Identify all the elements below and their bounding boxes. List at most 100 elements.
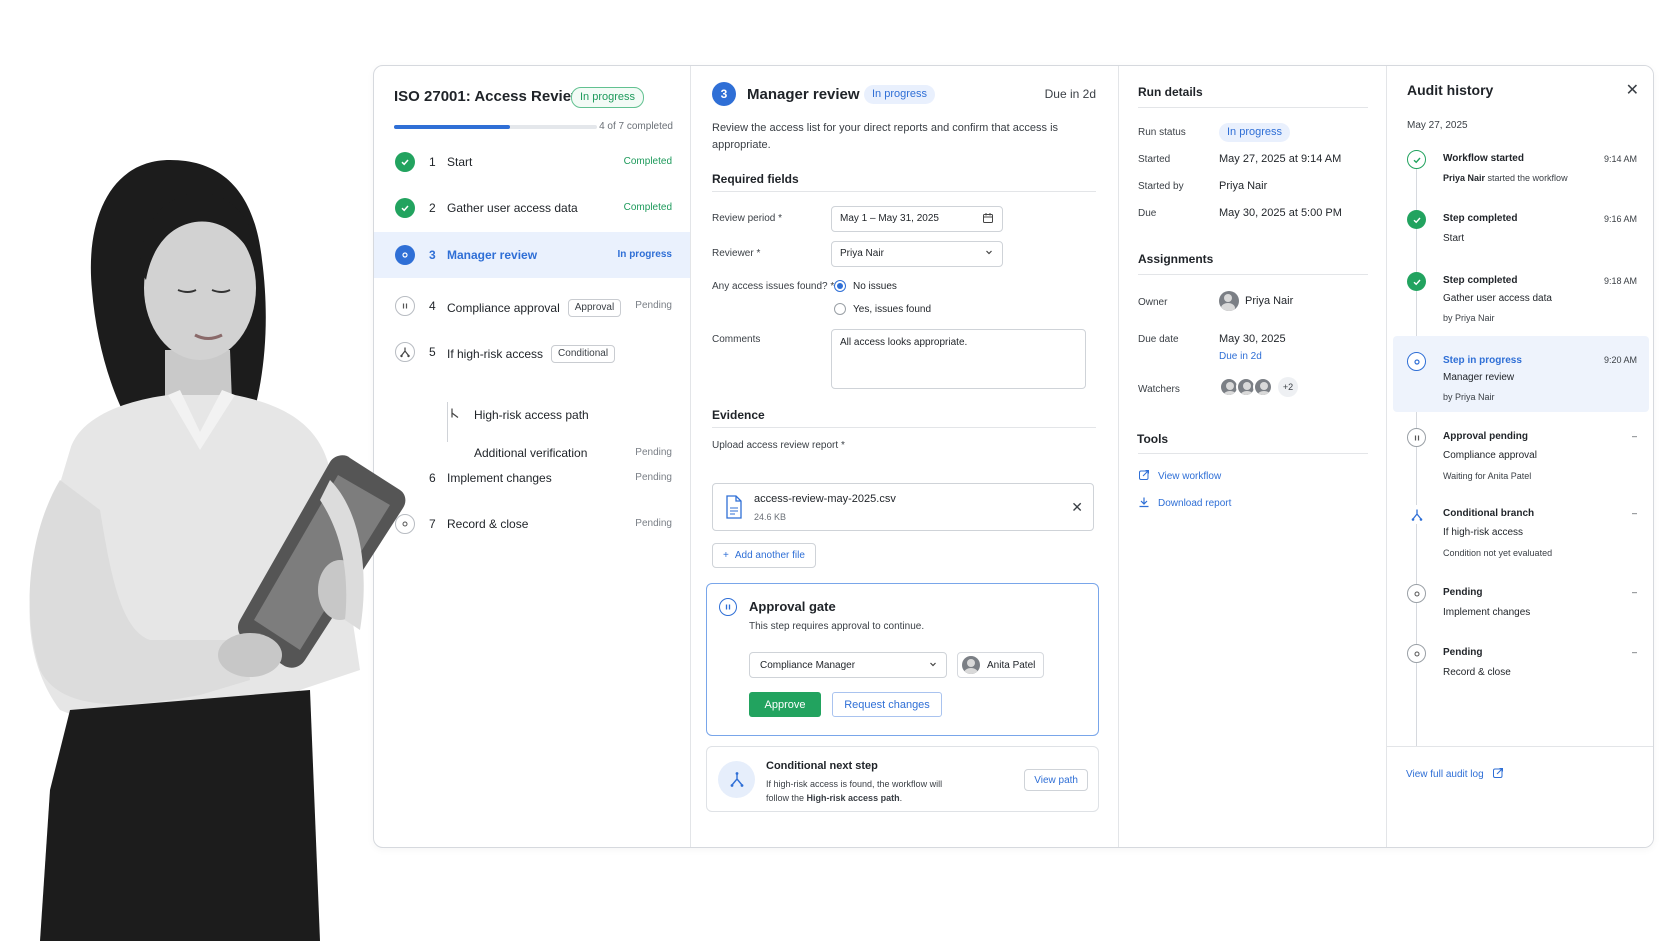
owner-chip[interactable]: Priya Nair bbox=[1219, 291, 1293, 311]
radio-issues-found[interactable]: Yes, issues found bbox=[834, 303, 931, 315]
run-status-label: Run status bbox=[1138, 127, 1186, 138]
event-detail-text: started the workflow bbox=[1485, 173, 1568, 183]
audit-history-panel: Audit history ✕ May 27, 2025 Workflow st… bbox=[1387, 66, 1653, 847]
sub-step-high-risk-access-path[interactable]: High-risk access path bbox=[474, 408, 589, 422]
approver-chip[interactable]: Anita Patel bbox=[957, 652, 1045, 678]
step-status: Pending bbox=[635, 472, 672, 483]
step-name: Start bbox=[447, 155, 472, 169]
step-name: If high-risk access Conditional bbox=[447, 345, 616, 363]
conditional-text: If high-risk access is found, the workfl… bbox=[766, 779, 943, 789]
uploaded-file[interactable]: access-review-may-2025.csv 24.6 KB ✕ bbox=[712, 483, 1094, 531]
remove-file-icon[interactable]: ✕ bbox=[1071, 499, 1083, 516]
avatar bbox=[962, 656, 980, 674]
request-changes-button[interactable]: Request changes bbox=[832, 692, 942, 717]
tools-heading: Tools bbox=[1137, 432, 1169, 446]
conditional-text: follow the bbox=[766, 793, 807, 803]
view-full-audit-log-label: View full audit log bbox=[1406, 769, 1484, 780]
pause-icon bbox=[719, 598, 737, 616]
event-title: Pending bbox=[1443, 587, 1483, 598]
step-number: 4 bbox=[429, 299, 436, 313]
divider bbox=[1387, 746, 1653, 747]
step-title: Manager review bbox=[747, 86, 860, 103]
audit-event: Step completed 9:16 AM Start bbox=[1393, 204, 1649, 259]
reviewer-value: Priya Nair bbox=[840, 248, 884, 259]
event-subdetail: Condition not yet evaluated bbox=[1443, 548, 1553, 558]
due-value: May 30, 2025 at 5:00 PM bbox=[1219, 207, 1342, 219]
run-details-heading: Run details bbox=[1138, 85, 1203, 99]
step-name: Compliance approval Approval bbox=[447, 299, 622, 317]
approval-gate-card: Approval gate This step requires approva… bbox=[706, 583, 1099, 736]
step-label: Compliance approval bbox=[447, 301, 560, 315]
download-icon bbox=[1138, 496, 1150, 511]
approver-role-select[interactable]: Compliance Manager bbox=[749, 652, 947, 678]
audit-event: Workflow started 9:14 AM Priya Nair star… bbox=[1393, 144, 1649, 199]
chevron-down-icon bbox=[928, 659, 938, 672]
branch-path-icon bbox=[449, 407, 461, 422]
workflow-status-badge: In progress bbox=[571, 87, 645, 108]
assignments-heading: Assignments bbox=[1138, 252, 1214, 266]
event-time: 9:20 AM bbox=[1603, 355, 1637, 365]
step-label: Record & close bbox=[447, 517, 529, 531]
conditional-tag: Conditional bbox=[551, 345, 616, 363]
step-number: 2 bbox=[429, 201, 436, 215]
avatar bbox=[1219, 291, 1239, 311]
download-report-link[interactable]: Download report bbox=[1138, 496, 1231, 511]
close-icon[interactable]: ✕ bbox=[1626, 80, 1639, 100]
event-subdetail: Waiting for Anita Patel bbox=[1443, 471, 1532, 481]
radio-no-issues[interactable]: No issues bbox=[834, 280, 897, 292]
divider bbox=[1138, 453, 1368, 454]
conditional-path-name: High-risk access path bbox=[806, 793, 900, 803]
view-workflow-link[interactable]: View workflow bbox=[1138, 469, 1221, 484]
step-status: Completed bbox=[623, 202, 672, 213]
pending-circle-icon bbox=[1407, 584, 1426, 603]
calendar-icon bbox=[982, 212, 994, 227]
radio-label: Yes, issues found bbox=[853, 303, 932, 315]
file-icon bbox=[725, 495, 743, 524]
view-full-audit-log-link[interactable]: View full audit log bbox=[1406, 767, 1504, 782]
audit-event-current: Step in progress 9:20 AM Manager review … bbox=[1393, 336, 1649, 412]
progress-fill bbox=[394, 125, 510, 129]
conditional-description: If high-risk access is found, the workfl… bbox=[766, 777, 976, 805]
step-number: 7 bbox=[429, 517, 436, 531]
approver-name: Anita Patel bbox=[987, 659, 1036, 671]
audit-event: Approval pending – Compliance approval W… bbox=[1393, 422, 1649, 487]
view-path-button[interactable]: View path bbox=[1024, 769, 1088, 791]
comments-textarea[interactable]: All access looks appropriate. bbox=[831, 329, 1086, 389]
due-date-value: May 30, 2025 bbox=[1219, 333, 1286, 345]
audit-event: Conditional branch – If high-risk access… bbox=[1393, 499, 1649, 564]
event-actor: Priya Nair bbox=[1443, 173, 1486, 183]
reviewer-select[interactable]: Priya Nair bbox=[831, 241, 1003, 267]
approve-button[interactable]: Approve bbox=[749, 692, 821, 717]
audit-history-title: Audit history bbox=[1407, 82, 1494, 98]
owner-label: Owner bbox=[1138, 297, 1168, 308]
add-another-file-button[interactable]: + Add another file bbox=[712, 543, 816, 568]
divider bbox=[1138, 107, 1368, 108]
radio-unselected-icon bbox=[834, 303, 846, 315]
radio-selected-icon bbox=[834, 280, 846, 292]
step-number: 3 bbox=[429, 248, 436, 262]
event-time: – bbox=[1631, 508, 1637, 518]
watchers-avatars[interactable]: +2 bbox=[1219, 377, 1298, 397]
step-name: Record & close bbox=[447, 517, 528, 531]
step-description: Review the access list for your direct r… bbox=[712, 122, 1059, 151]
event-detail: Manager review bbox=[1443, 372, 1515, 383]
comments-label: Comments bbox=[712, 334, 761, 345]
audit-event: Step completed 9:18 AM Gather user acces… bbox=[1393, 266, 1649, 331]
check-filled-icon bbox=[1407, 210, 1426, 229]
review-period-input[interactable]: May 1 – May 31, 2025 bbox=[831, 206, 1003, 232]
event-detail: Implement changes bbox=[1443, 607, 1531, 618]
progress-label: 4 of 7 completed bbox=[599, 121, 673, 132]
download-report-label: Download report bbox=[1158, 498, 1232, 509]
step-number: 1 bbox=[429, 155, 436, 169]
review-period-label: Review period * bbox=[712, 213, 783, 224]
event-detail: Gather user access data bbox=[1443, 293, 1552, 304]
event-time: – bbox=[1631, 587, 1637, 597]
approval-tag: Approval bbox=[567, 299, 622, 317]
approval-gate-description: This step requires approval to continue. bbox=[749, 621, 925, 632]
due-date-label: Due date bbox=[1138, 334, 1179, 345]
external-link-icon bbox=[1138, 469, 1150, 484]
avatar bbox=[1253, 377, 1273, 397]
branch-icon bbox=[1407, 505, 1426, 524]
check-circle-icon bbox=[1407, 150, 1426, 169]
step-label: Implement changes bbox=[447, 471, 552, 485]
